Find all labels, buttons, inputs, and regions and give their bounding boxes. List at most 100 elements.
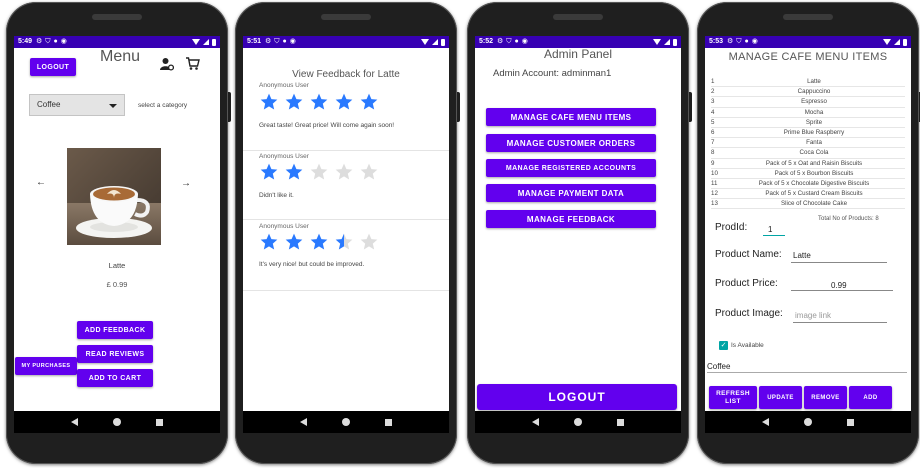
table-row[interactable]: 11 Pack of 5 x Chocolate Digestive Biscui… — [711, 179, 905, 190]
logout-button[interactable]: LOGOUT — [477, 384, 677, 410]
add-to-cart-button[interactable]: ADD TO CART — [77, 369, 153, 387]
manage-customer-orders-button[interactable]: MANAGE CUSTOMER ORDERS — [486, 134, 656, 152]
table-row[interactable]: 10 Pack of 5 x Bourbon Biscuits — [711, 169, 905, 179]
rating-stars — [259, 232, 389, 254]
shield-icon: ⛉ — [45, 38, 51, 45]
product-price-underline — [791, 290, 893, 291]
table-row[interactable]: 5 Sprite — [711, 118, 905, 128]
row-name: Coca Cola — [799, 149, 829, 157]
manage-payment-data-button[interactable]: MANAGE PAYMENT DATA — [486, 184, 656, 202]
nav-bar — [475, 411, 681, 433]
product-price-label: Product Price: — [715, 278, 778, 289]
row-name: Latte — [807, 78, 821, 85]
table-row[interactable]: 13 Slice of Chocolate Cake — [711, 199, 905, 210]
row-name: Pack of 5 x Bourbon Biscuits — [774, 169, 854, 177]
back-icon[interactable] — [762, 418, 770, 426]
product-image-label: Product Image: — [715, 308, 783, 319]
battery-icon — [903, 38, 907, 46]
chevron-down-icon — [109, 104, 117, 108]
product-price-input[interactable]: 0.99 — [831, 281, 847, 290]
product-image-input[interactable]: image link — [795, 311, 831, 320]
table-row[interactable]: 7 Fanta — [711, 138, 905, 149]
row-id: 5 — [711, 118, 715, 126]
product-name: Latte — [108, 261, 126, 270]
home-icon[interactable] — [341, 418, 350, 426]
user-settings-icon[interactable] — [160, 57, 175, 71]
back-icon[interactable] — [532, 418, 540, 426]
table-row[interactable]: 4 Mocha — [711, 108, 905, 118]
home-icon[interactable] — [803, 418, 812, 426]
home-icon[interactable] — [112, 418, 121, 426]
total-products: Total No of Products: 8 — [818, 216, 879, 222]
row-id: 3 — [711, 98, 715, 106]
status-time: 5:49 — [18, 38, 33, 45]
product-price: £ 0.99 — [106, 280, 128, 289]
recent-apps-icon[interactable] — [846, 418, 854, 426]
product-name-input[interactable]: Latte — [793, 251, 811, 260]
star-icon — [334, 162, 354, 182]
manage-registered-accounts-button[interactable]: MANAGE REGISTERED ACCOUNTS — [486, 159, 656, 177]
table-row[interactable]: 9 Pack of 5 x Oat and Raisin Biscuits — [711, 159, 905, 169]
row-name: Pack of 5 x Custard Cream Biscuits — [765, 190, 863, 198]
wifi-icon — [883, 39, 891, 45]
home-icon[interactable] — [573, 418, 582, 426]
remove-button[interactable]: REMOVE — [804, 386, 847, 409]
sync-icon: ◉ — [751, 38, 758, 45]
add-feedback-button[interactable]: ADD FEEDBACK — [77, 321, 153, 339]
prodid-label: ProdId: — [715, 222, 748, 233]
divider — [243, 150, 449, 151]
add-button[interactable]: ADD — [849, 386, 892, 409]
recent-apps-icon[interactable] — [384, 418, 392, 426]
sync-icon: ◉ — [60, 38, 67, 45]
wifi-icon — [421, 39, 429, 45]
table-row[interactable]: 1 Latte — [711, 77, 905, 88]
table-row[interactable]: 12 Pack of 5 x Custard Cream Biscuits — [711, 189, 905, 200]
star-icon — [284, 162, 304, 182]
back-icon[interactable] — [71, 418, 79, 426]
category-underline — [707, 372, 907, 373]
category-value[interactable]: Coffee — [707, 362, 730, 371]
row-name: Fanta — [806, 139, 822, 147]
battery-icon — [673, 38, 677, 46]
row-id: 7 — [711, 139, 715, 147]
next-arrow-icon[interactable]: → — [181, 178, 191, 189]
row-id: 2 — [711, 88, 715, 96]
table-row[interactable]: 2 Cappuccino — [711, 87, 905, 98]
read-reviews-button[interactable]: READ REVIEWS — [77, 345, 153, 363]
signal-icon — [664, 39, 670, 45]
row-name: Pack of 5 x Chocolate Digestive Biscuits — [758, 179, 870, 187]
table-row[interactable]: 3 Espresso — [711, 97, 905, 108]
shopping-cart-icon[interactable] — [185, 56, 200, 71]
logout-button[interactable]: LOGOUT — [30, 58, 76, 76]
row-id: 10 — [711, 169, 718, 177]
recent-apps-icon[interactable] — [616, 418, 624, 426]
row-id: 13 — [711, 200, 718, 208]
table-row[interactable]: 6 Prime Blue Raspberry — [711, 128, 905, 139]
update-button[interactable]: UPDATE — [759, 386, 802, 409]
manage-feedback-button[interactable]: MANAGE FEEDBACK — [486, 210, 656, 228]
review-user: Anonymous User — [259, 153, 309, 160]
star-icon — [284, 92, 304, 112]
previous-arrow-icon[interactable]: ← — [36, 177, 46, 188]
recent-apps-icon[interactable] — [155, 418, 163, 426]
signal-icon — [894, 39, 900, 45]
gear-icon: ⚙ — [265, 38, 272, 45]
star-icon — [309, 162, 329, 182]
speaker — [92, 14, 142, 20]
phone-admin: 5:52 ⚙ ⛉ ● ◉ Admin Panel Admin Account: … — [467, 2, 692, 464]
speaker — [553, 14, 603, 20]
row-name: Slice of Chocolate Cake — [780, 200, 848, 208]
refresh-list-button[interactable]: REFRESH LIST — [709, 386, 757, 409]
review-comment: Didn't like it. — [259, 192, 294, 199]
star-icon — [309, 92, 329, 112]
my-purchases-button[interactable]: MY PURCHASES — [15, 357, 77, 375]
manage-menu-items-button[interactable]: MANAGE CAFE MENU ITEMS — [486, 108, 656, 126]
category-dropdown[interactable]: Coffee — [29, 94, 125, 116]
divider — [243, 219, 449, 220]
table-row[interactable]: 8 Coca Cola — [711, 148, 905, 159]
is-available-checkbox[interactable]: ✓ — [719, 341, 728, 350]
admin-screen: 5:52 ⚙ ⛉ ● ◉ Admin Panel Admin Account: … — [475, 36, 681, 433]
star-icon — [334, 232, 354, 252]
prodid-input[interactable]: 1 — [768, 225, 772, 234]
back-icon[interactable] — [300, 418, 308, 426]
